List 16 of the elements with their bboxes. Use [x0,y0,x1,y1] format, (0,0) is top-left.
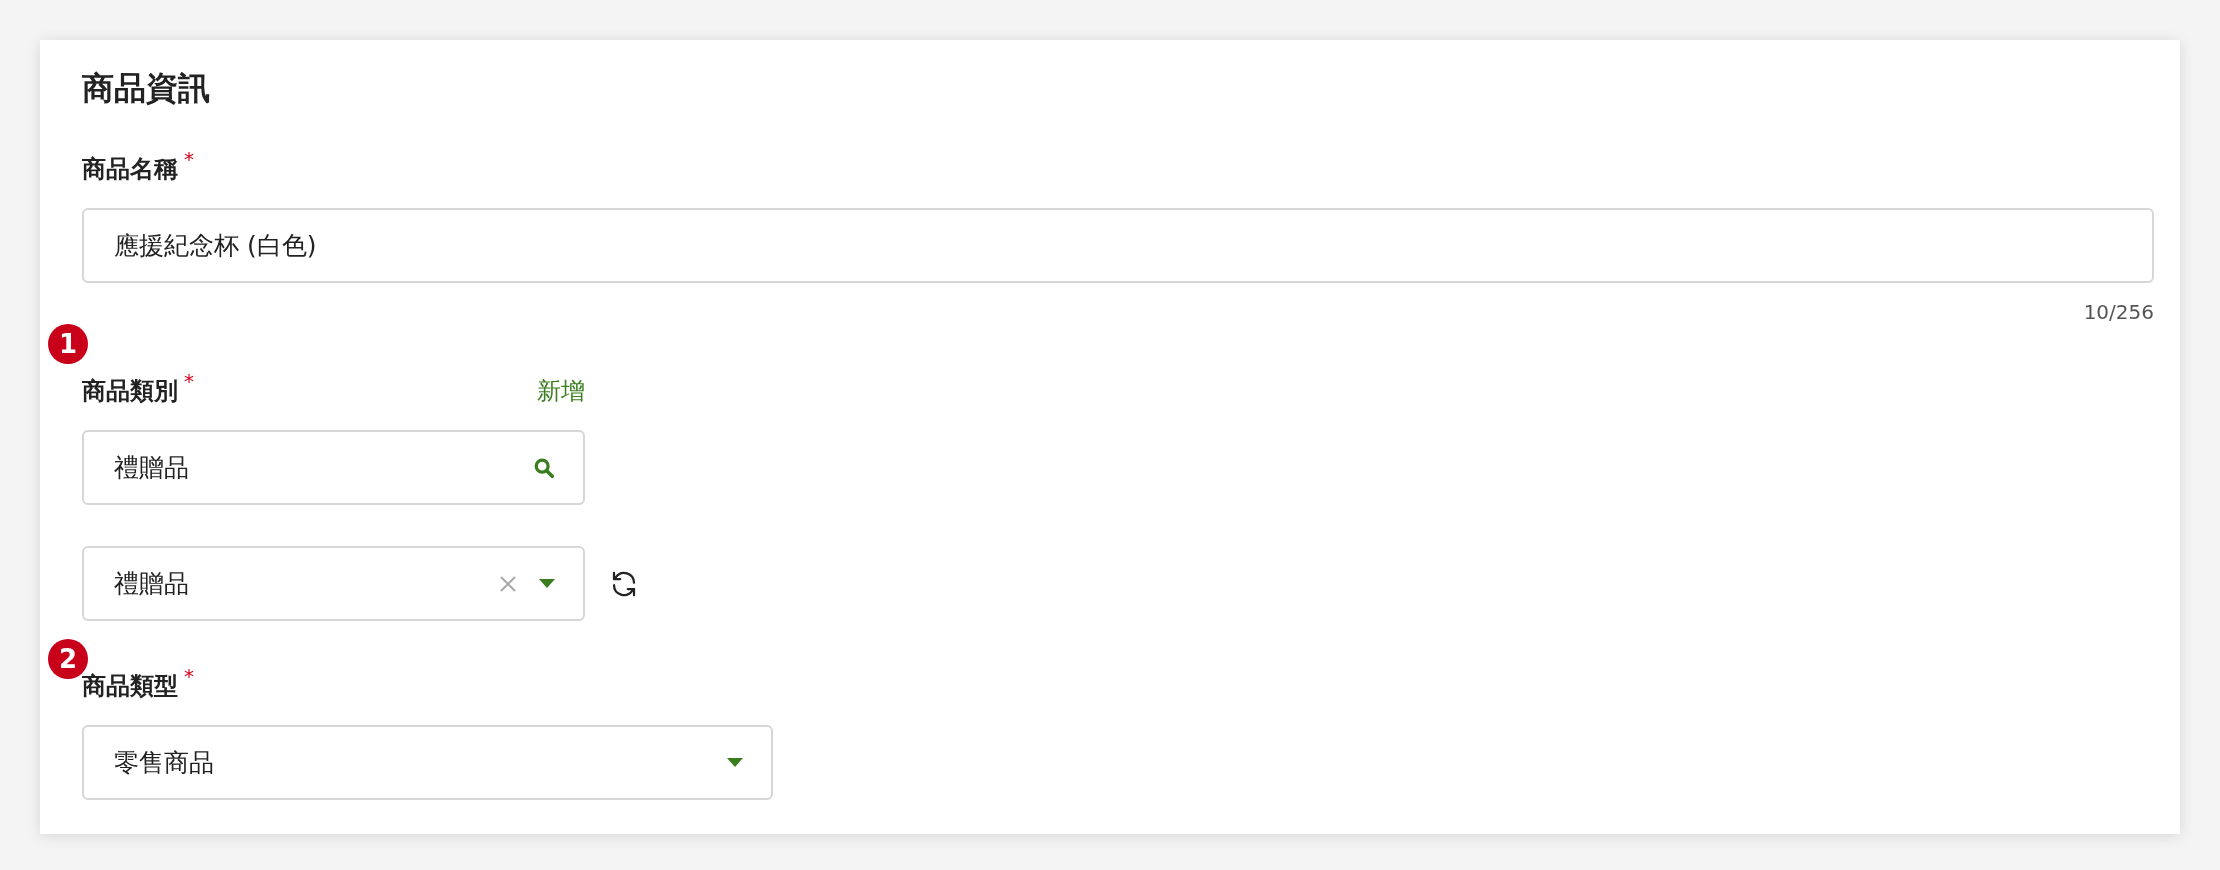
character-counter: 10/256 [2083,300,2154,324]
step-marker: 1 [48,324,88,364]
text-input-field[interactable]: 應援紀念杯 (白色) [82,208,2154,283]
required-asterisk: * [184,664,194,688]
required-asterisk: * [184,369,194,393]
field-label: 商品類別 [82,377,178,405]
field-label: 商品名稱 [82,155,178,183]
caret-icon[interactable] [539,579,555,588]
add-link[interactable]: 新增 [537,375,585,407]
caret-icon[interactable] [727,758,743,767]
select-field[interactable]: 禮贈品 [82,546,585,621]
select-field[interactable]: 零售商品 [82,725,773,800]
section-title: 商品資訊 [82,68,210,109]
search-field[interactable]: 禮贈品 [82,430,585,505]
required-asterisk: * [184,147,194,171]
search-icon[interactable] [533,456,555,479]
